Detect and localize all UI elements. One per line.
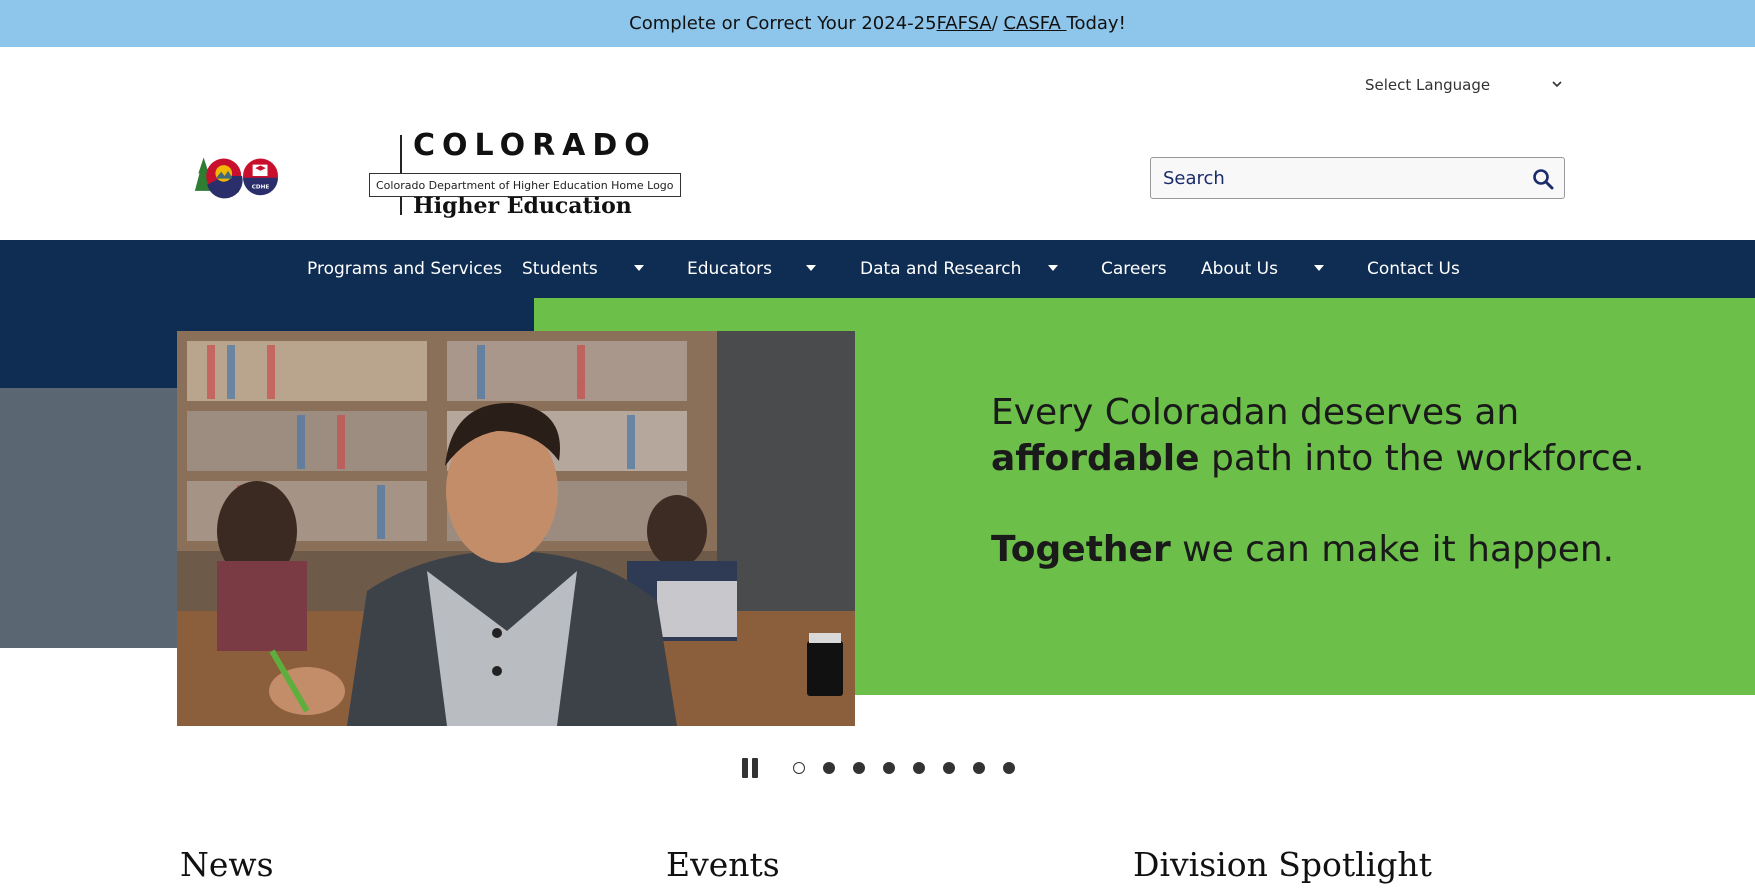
announcement-suffix: Today! <box>1066 13 1126 34</box>
nav-item-programs-and-services[interactable]: Programs and Services <box>307 240 502 298</box>
hero-line-3-rest: we can make it happen. <box>1170 529 1615 570</box>
caret-down-icon[interactable] <box>1048 265 1058 271</box>
events-heading: Events <box>666 845 780 884</box>
carousel-dot[interactable] <box>823 762 835 774</box>
nav-item-data-and-research[interactable]: Data and Research <box>860 240 1021 298</box>
caret-down-icon[interactable] <box>1314 265 1324 271</box>
division-spotlight-heading: Division Spotlight <box>1133 845 1432 884</box>
hero-line-2-rest: path into the workforce. <box>1199 438 1645 479</box>
logo-wordmark: COLORADO <box>413 128 657 163</box>
nav-item-about-us[interactable]: About Us <box>1201 240 1278 298</box>
carousel-dot[interactable] <box>1003 762 1015 774</box>
hero-line-2-bold: affordable <box>991 438 1200 479</box>
carousel-dot[interactable] <box>853 762 865 774</box>
announcement-prefix: Complete or Correct Your 2024-25 <box>629 13 937 34</box>
hero-line-3: Together we can make it happen. <box>991 527 1691 573</box>
announcement-separator: / <box>991 13 1004 34</box>
hero-line-1: Every Coloradan deserves an <box>991 392 1520 433</box>
carousel-dot[interactable] <box>973 762 985 774</box>
main-nav: Programs and Services Students Educators… <box>0 240 1755 298</box>
carousel-dot[interactable] <box>943 762 955 774</box>
nav-item-students[interactable]: Students <box>522 240 598 298</box>
hero-student-photo <box>177 331 855 726</box>
casfa-link[interactable]: CASFA <box>1003 13 1066 34</box>
announcement-bar: Complete or Correct Your 2024-25 FAFSA /… <box>0 0 1755 47</box>
caret-down-icon[interactable] <box>634 265 644 271</box>
nav-item-careers[interactable]: Careers <box>1101 240 1167 298</box>
nav-item-educators[interactable]: Educators <box>687 240 772 298</box>
hero-message: Every Coloradan deserves an affordable p… <box>991 390 1691 573</box>
carousel-dot[interactable] <box>913 762 925 774</box>
search-icon[interactable] <box>1532 168 1554 190</box>
pause-icon[interactable] <box>742 758 760 778</box>
search-input[interactable] <box>1151 158 1511 198</box>
caret-down-icon[interactable] <box>806 265 816 271</box>
search-box <box>1150 157 1565 199</box>
hero-line-3-bold: Together <box>991 529 1171 570</box>
hero-gray-block <box>0 388 178 648</box>
logo-badge: CDHE <box>252 185 270 191</box>
logo-tm: TM <box>235 190 239 194</box>
hero-line-2: affordable path into the workforce. <box>991 436 1691 482</box>
language-select-label: Select Language <box>1365 76 1491 94</box>
fafsa-link[interactable]: FAFSA <box>937 13 992 34</box>
language-select[interactable]: Select Language <box>1365 72 1565 98</box>
carousel-dot[interactable] <box>883 762 895 774</box>
news-heading: News <box>180 845 274 884</box>
carousel-dot[interactable] <box>793 762 805 774</box>
nav-item-contact-us[interactable]: Contact Us <box>1367 240 1460 298</box>
chevron-down-icon <box>1552 81 1562 88</box>
logo-tooltip: Colorado Department of Higher Education … <box>369 173 681 197</box>
